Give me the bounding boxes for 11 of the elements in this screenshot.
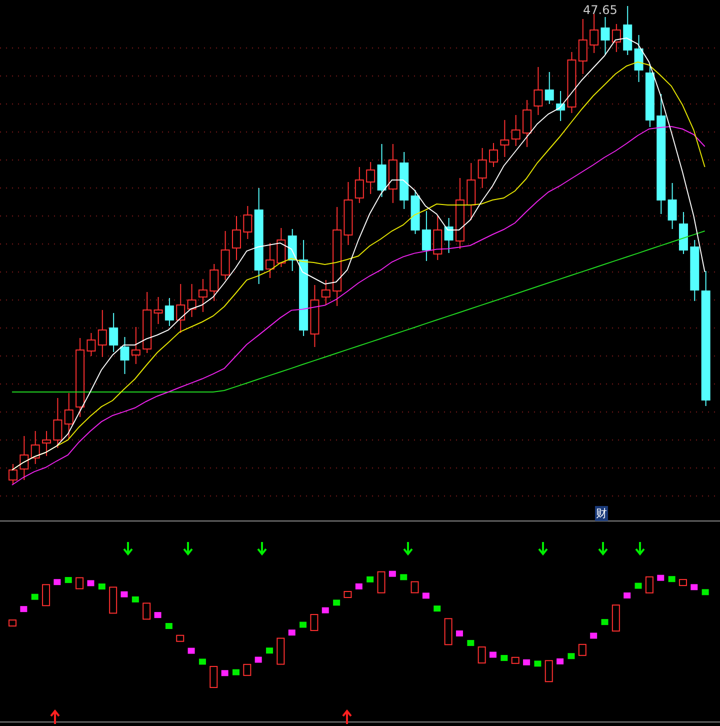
up-arrow-icon xyxy=(50,709,60,725)
down-arrow-icon xyxy=(257,541,267,556)
down-arrow-icon xyxy=(123,541,133,556)
up-arrow-icon xyxy=(342,709,352,725)
down-arrow-icon xyxy=(403,541,413,556)
price-label: 47.65 xyxy=(583,3,618,17)
down-arrow-icon xyxy=(635,541,645,556)
finance-badge: 财 xyxy=(595,506,608,521)
down-arrow-icon xyxy=(183,541,193,556)
down-arrow-icon xyxy=(538,541,548,556)
down-arrow-icon xyxy=(598,541,608,556)
